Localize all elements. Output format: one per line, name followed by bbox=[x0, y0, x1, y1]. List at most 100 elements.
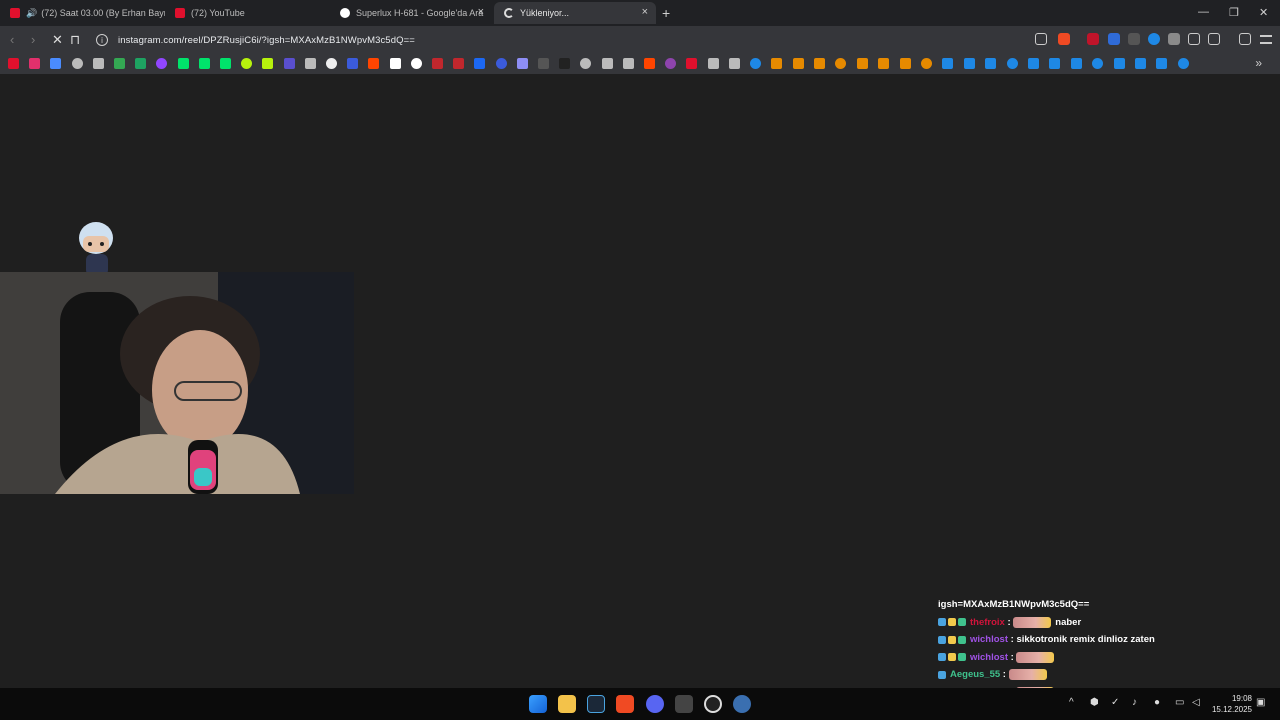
sidebar-icon[interactable] bbox=[1208, 33, 1220, 45]
bookmark-favicon-icon[interactable] bbox=[8, 58, 19, 69]
bookmark-favicon-icon[interactable] bbox=[814, 58, 825, 69]
bookmark-favicon-icon[interactable] bbox=[601, 58, 613, 69]
bookmark-favicon-icon[interactable] bbox=[135, 58, 147, 69]
bookmark-favicon-icon[interactable] bbox=[686, 58, 698, 69]
extensions-puzzle-icon[interactable] bbox=[1188, 33, 1200, 45]
extension-icon[interactable] bbox=[1168, 33, 1180, 45]
bookmark-favicon-icon[interactable] bbox=[559, 58, 571, 69]
share-icon[interactable] bbox=[1035, 33, 1047, 45]
bookmark-favicon-icon[interactable] bbox=[750, 58, 761, 69]
close-window-button[interactable]: ✕ bbox=[1259, 6, 1268, 19]
ublock-icon[interactable] bbox=[1087, 33, 1099, 45]
tab-youtube[interactable]: (72) YouTube bbox=[165, 2, 330, 24]
obs-icon[interactable] bbox=[704, 695, 722, 713]
bookmark-favicon-icon[interactable] bbox=[1177, 58, 1189, 69]
bookmark-favicon-icon[interactable] bbox=[495, 58, 507, 69]
back-button[interactable]: ‹ bbox=[10, 32, 14, 47]
bookmark-favicon-icon[interactable] bbox=[856, 58, 868, 69]
bookmark-favicon-icon[interactable] bbox=[241, 58, 253, 69]
bookmark-favicon-icon[interactable] bbox=[538, 58, 549, 69]
maximize-button[interactable]: ❐ bbox=[1229, 6, 1239, 19]
bookmark-favicon-icon[interactable] bbox=[198, 58, 210, 69]
bookmark-favicon-icon[interactable] bbox=[220, 58, 231, 69]
app-icon[interactable] bbox=[675, 695, 693, 713]
bookmark-favicon-icon[interactable] bbox=[985, 58, 997, 69]
bookmark-favicon-icon[interactable] bbox=[474, 58, 486, 69]
minimize-button[interactable]: — bbox=[1198, 6, 1209, 18]
speaker-icon[interactable]: ♪ bbox=[1132, 697, 1137, 708]
bookmark-favicon-icon[interactable] bbox=[665, 58, 677, 69]
bookmark-favicon-icon[interactable] bbox=[50, 58, 62, 69]
file-explorer-icon[interactable] bbox=[558, 695, 576, 713]
chevron-up-icon[interactable]: ^ bbox=[1069, 697, 1074, 708]
bookmark-favicon-icon[interactable] bbox=[516, 58, 528, 69]
brave-browser-icon[interactable] bbox=[616, 695, 634, 713]
bookmark-favicon-icon[interactable] bbox=[622, 58, 634, 69]
brave-shields-icon[interactable] bbox=[1058, 33, 1070, 45]
bookmark-favicon-icon[interactable] bbox=[283, 58, 295, 69]
app-icon[interactable] bbox=[733, 695, 751, 713]
bookmark-favicon-icon[interactable] bbox=[1049, 58, 1061, 69]
menu-icon[interactable] bbox=[1260, 35, 1272, 44]
extension-icon[interactable] bbox=[1108, 33, 1120, 45]
chat-username[interactable]: wichlost bbox=[970, 652, 1008, 663]
bookmark-favicon-icon[interactable] bbox=[942, 58, 954, 69]
microphone-icon[interactable]: ● bbox=[1154, 697, 1160, 708]
media-icon[interactable] bbox=[1239, 33, 1251, 45]
bookmark-favicon-icon[interactable] bbox=[644, 58, 655, 69]
new-tab-button[interactable]: + bbox=[662, 5, 670, 21]
chat-username[interactable]: wichlost bbox=[970, 634, 1008, 645]
bookmark-favicon-icon[interactable] bbox=[262, 58, 274, 69]
bookmark-favicon-icon[interactable] bbox=[580, 58, 592, 69]
bookmark-favicon-icon[interactable] bbox=[432, 58, 443, 69]
chat-username[interactable]: thefroix bbox=[970, 617, 1005, 628]
chevron-right-icon[interactable]: » bbox=[1255, 56, 1262, 70]
bookmark-favicon-icon[interactable] bbox=[368, 58, 380, 69]
bookmark-favicon-icon[interactable] bbox=[326, 58, 337, 69]
bookmark-favicon-icon[interactable] bbox=[1135, 58, 1146, 69]
bookmark-favicon-icon[interactable] bbox=[899, 58, 911, 69]
bookmark-favicon-icon[interactable] bbox=[347, 58, 359, 69]
bookmark-favicon-icon[interactable] bbox=[771, 58, 783, 69]
stop-loading-button[interactable]: ✕ bbox=[52, 32, 63, 48]
notification-bell-icon[interactable]: ▣ bbox=[1256, 697, 1265, 708]
bookmark-favicon-icon[interactable] bbox=[1092, 58, 1104, 69]
windows-start-icon[interactable] bbox=[529, 695, 547, 713]
bookmark-favicon-icon[interactable] bbox=[304, 58, 316, 69]
tray-icon[interactable]: ⬢ bbox=[1090, 697, 1099, 708]
address-bar[interactable]: i instagram.com/reel/DPZRusjiC6i/?igsh=M… bbox=[92, 29, 1092, 51]
bookmark-favicon-icon[interactable] bbox=[114, 58, 125, 69]
bookmark-favicon-icon[interactable] bbox=[835, 58, 847, 69]
bookmark-favicon-icon[interactable] bbox=[1070, 58, 1082, 69]
bookmark-favicon-icon[interactable] bbox=[389, 58, 401, 69]
bookmark-favicon-icon[interactable] bbox=[792, 58, 804, 69]
bookmark-favicon-icon[interactable] bbox=[92, 58, 104, 69]
bookmark-favicon-icon[interactable] bbox=[410, 58, 422, 69]
tab-google-search[interactable]: Superlux H-681 - Google'da Ara × bbox=[330, 2, 492, 24]
chat-username[interactable]: Aegeus_55 bbox=[950, 669, 1000, 680]
steam-tray-icon[interactable]: ✓ bbox=[1111, 697, 1119, 708]
volume-icon[interactable]: ◁ bbox=[1192, 697, 1200, 708]
tab-youtube-video[interactable]: 🔊 (72) Saat 03.00 (By Erhan Bayrak) bbox=[0, 2, 165, 24]
bookmark-favicon-icon[interactable] bbox=[707, 58, 719, 69]
extension-icon[interactable] bbox=[1148, 33, 1160, 45]
bookmark-favicon-icon[interactable] bbox=[29, 58, 41, 69]
bookmark-icon[interactable]: ⊓ bbox=[70, 32, 80, 48]
close-icon[interactable]: × bbox=[478, 6, 484, 18]
clock[interactable]: 19:08 15.12.2025 bbox=[1212, 693, 1252, 715]
bookmark-favicon-icon[interactable] bbox=[878, 58, 890, 69]
bookmark-favicon-icon[interactable] bbox=[1113, 58, 1125, 69]
bookmark-favicon-icon[interactable] bbox=[1028, 58, 1039, 69]
bookmark-favicon-icon[interactable] bbox=[156, 58, 168, 69]
audio-icon[interactable]: 🔊 bbox=[26, 8, 37, 19]
site-info-icon[interactable]: i bbox=[96, 34, 108, 46]
url-text[interactable]: instagram.com/reel/DPZRusjiC6i/?igsh=MXA… bbox=[118, 35, 415, 46]
bookmark-favicon-icon[interactable] bbox=[1156, 58, 1168, 69]
bookmark-favicon-icon[interactable] bbox=[963, 58, 975, 69]
steam-icon[interactable] bbox=[587, 695, 605, 713]
close-icon[interactable]: × bbox=[642, 6, 648, 18]
bookmark-favicon-icon[interactable] bbox=[71, 58, 83, 69]
discord-icon[interactable] bbox=[646, 695, 664, 713]
extension-icon[interactable] bbox=[1128, 33, 1140, 45]
bookmark-favicon-icon[interactable] bbox=[921, 58, 932, 69]
